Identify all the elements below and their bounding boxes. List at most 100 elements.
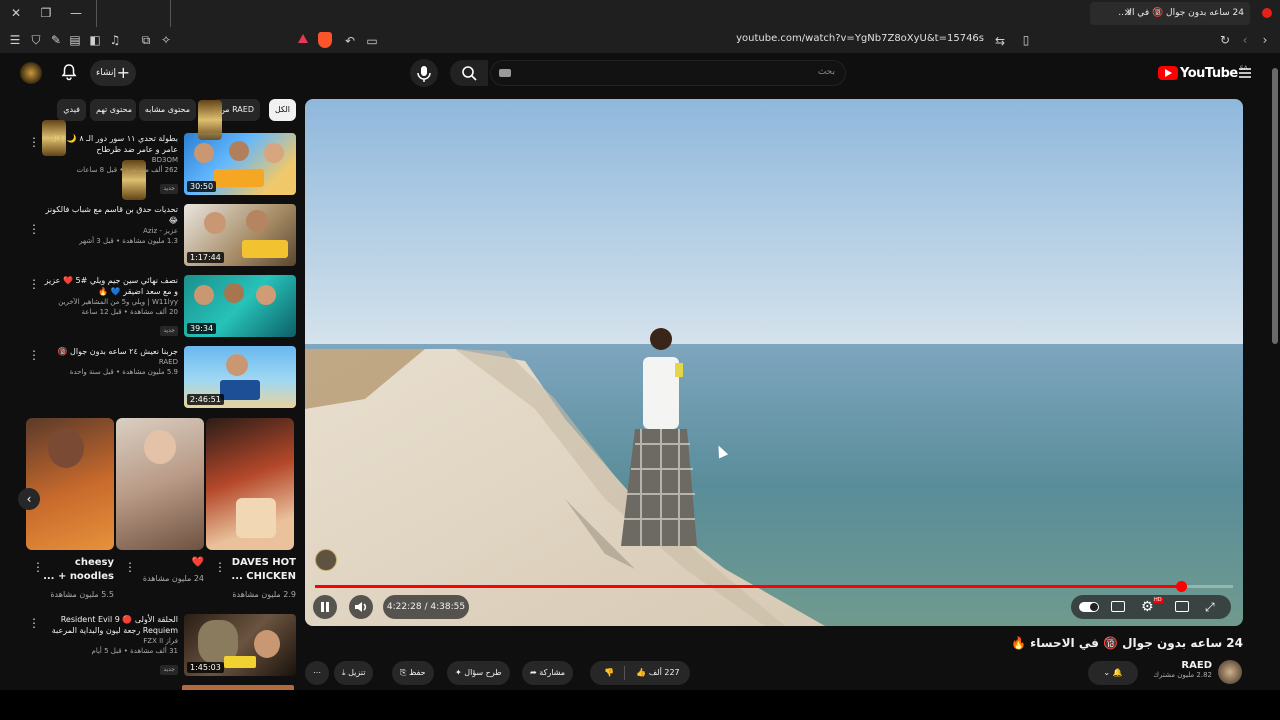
music-icon[interactable]: ♫ [107,32,123,48]
reload-page-icon[interactable]: ↶ [342,33,358,49]
channel-info[interactable]: RAED 2.82 مليون مشترك [1146,660,1212,679]
voice-search-button[interactable] [410,59,438,87]
video-thumbnail[interactable]: 1:17:44 [184,204,296,266]
list-item[interactable]: 39:34 نصف نهائي سين جيم ويلي #5 ❤️ عزيز … [24,275,296,339]
restore-window-icon[interactable]: ❐ [38,5,54,21]
short-title[interactable]: DAVES HOT CHICKEN ... [220,556,296,584]
extensions-icon[interactable]: ✧ [158,32,174,48]
short-title[interactable]: cheesy noodles + ... [40,556,114,584]
miniplayer-icon[interactable] [1175,601,1189,612]
share-url-icon[interactable]: ⇆ [992,33,1008,49]
share-icon: ➦ [530,668,537,677]
progress-bar[interactable] [315,581,1233,592]
like-button[interactable]: 227 ألف 👍 [626,661,690,685]
avatar[interactable] [20,62,42,84]
more-options-icon[interactable]: ⋮ [28,277,40,291]
video-thumbnail[interactable]: 30:50 [184,133,296,195]
list-item[interactable]: 1:17:44 تحديات حدق بن قاسم مع شباب فالكو… [24,204,296,268]
thumbnail-face [144,430,176,464]
share-button[interactable]: مشاركة ➦ [522,661,574,685]
channel-name[interactable]: RAED [1146,660,1212,671]
short-item[interactable] [26,418,114,550]
right-controls: ⚙ HD ⤢ [1071,595,1231,619]
notifications-icon[interactable] [60,63,78,81]
more-options-icon[interactable]: ⋮ [28,135,40,149]
fullscreen-icon[interactable]: ⤢ [1205,599,1221,615]
brave-shield-icon[interactable] [318,32,332,48]
more-options-icon[interactable]: ⋮ [28,616,40,630]
chip-interest[interactable]: محتوى تهم [90,99,136,121]
list-item[interactable]: 1:45:03 الحلقة الأولى 🔴 Resident Evil 9 … [24,614,296,676]
bookmark-icon[interactable]: ▯ [1018,32,1034,48]
subscribed-button[interactable]: 🔔 ⌄ [1088,661,1138,685]
screen-icon[interactable]: ▭ [364,33,380,49]
search-icon [462,66,477,81]
youtube-favicon-icon [1262,8,1272,18]
sidebar-icon[interactable]: ◧ [87,32,103,48]
back-icon[interactable]: ‹ [1237,32,1253,48]
menu-icon[interactable]: ☰ [7,32,23,48]
short-views: 24 مليون مشاهدة [142,574,204,583]
channel-name[interactable]: W11lyy | ويلي و5 من المشاهير الآخرين [44,297,178,307]
save-button[interactable]: حفظ ⎘ [392,661,434,685]
channel-name[interactable]: فراز FZX II [44,636,178,646]
video-thumbnail[interactable]: 1:45:03 [184,614,296,676]
autoplay-toggle[interactable] [1079,602,1099,612]
youtube-logo[interactable]: YouTube SA [1158,65,1248,81]
video-stats: 1.3 مليون مشاهدة • قبل 3 أشهر [79,237,178,245]
address-bar[interactable]: ↶ ▭ youtube.com/watch?v=YgNb7Z8oXyU&t=15… [290,30,1026,51]
create-button[interactable]: إنشاء + [90,60,136,86]
shorts-prev-button[interactable]: ‹ [18,488,40,510]
shield-icon[interactable]: ⛉ [28,32,44,48]
video-thumbnail[interactable]: 39:34 [184,275,296,337]
channel-name[interactable]: عزيز - Aziz [44,226,178,236]
more-options-icon[interactable]: ⋮ [28,348,40,362]
brush-icon[interactable]: ✎ [48,32,64,48]
video-title[interactable]: جربنا نعيش ٢٤ ساعه بدون جوال 🔞 [44,346,178,357]
search-button[interactable] [450,60,488,86]
more-options-icon[interactable]: ⋮ [28,222,40,236]
url-text[interactable]: youtube.com/watch?v=YgNb7Z8oXyU&t=15746s [736,33,984,44]
forward-icon[interactable]: › [1257,32,1273,48]
page-scrollbar[interactable] [1270,54,1280,690]
pause-button[interactable] [313,595,337,619]
short-item[interactable] [206,418,294,550]
scrollbar-thumb[interactable] [1272,68,1278,344]
channel-avatar[interactable] [1218,660,1242,684]
hamburger-menu-icon[interactable] [1238,66,1252,80]
channel-watermark[interactable] [315,549,337,571]
reload-icon[interactable]: ↻ [1217,32,1233,48]
chip-related[interactable]: محتوى مشابه [138,99,196,121]
total-time: 4:38:55 [430,602,466,612]
video-thumbnail[interactable]: 2:46:51 [184,346,296,408]
more-options-icon[interactable]: ⋮ [214,560,226,574]
chip-all[interactable]: الكل [268,99,296,121]
chip-videos[interactable]: فيدي [57,99,86,121]
window-icon[interactable]: ⧉ [138,32,154,48]
channel-name[interactable]: BD3OM [44,155,178,165]
video-title[interactable]: الحلقة الأولى 🔴 Resident Evil 9 Requiem … [44,614,178,636]
close-window-icon[interactable]: ✕ [8,5,24,21]
more-actions-button[interactable]: ⋯ [305,661,329,685]
video-title[interactable]: نصف نهائي سين جيم ويلي #5 ❤️ عزيز و مع س… [44,275,178,297]
tabs-icon[interactable]: ▤ [67,32,83,48]
subtitles-icon[interactable] [1111,601,1125,612]
short-title[interactable]: ❤️ [130,556,204,570]
channel-name[interactable]: RAED [44,357,178,367]
volume-button[interactable] [349,595,373,619]
more-options-icon[interactable]: ⋮ [124,560,136,574]
keyboard-icon[interactable] [499,69,511,77]
dislike-button[interactable]: 👎 [598,661,620,685]
ask-button[interactable]: طرح سؤال ✦ [447,661,510,685]
more-options-icon[interactable]: ⋮ [32,560,44,574]
short-item[interactable] [116,418,204,550]
thumbnail-banner [224,656,256,668]
video-title[interactable]: تحديات حدق بن قاسم مع شباب فالكونز 😂 [44,204,178,226]
search-input[interactable]: بحث [490,60,846,86]
minimize-window-icon[interactable]: — [68,5,84,21]
list-item[interactable]: 2:46:51 جربنا نعيش ٢٤ ساعه بدون جوال 🔞 R… [24,346,296,410]
tab-active[interactable]: 24 ساعه بدون جوال 🔞 في الا... [1090,2,1250,25]
video-player[interactable]: 4:22:28 / 4:38:55 ⚙ HD ⤢ [305,99,1243,626]
download-button[interactable]: تنزيل ⤓ [334,661,374,685]
close-tab-icon[interactable]: ✕ [1120,6,1136,22]
